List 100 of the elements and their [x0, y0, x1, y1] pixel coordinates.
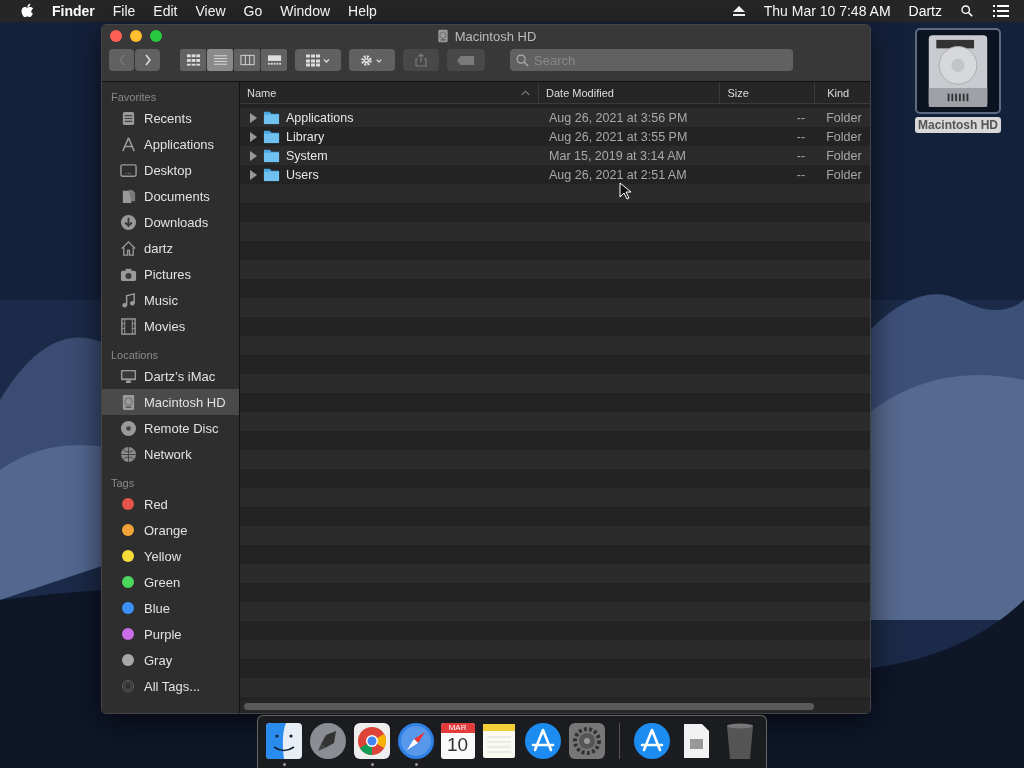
documents-icon [120, 187, 137, 205]
rocket-icon[interactable] [308, 721, 348, 761]
file-name[interactable]: Library [286, 129, 325, 144]
compass-icon[interactable] [396, 721, 436, 761]
sidebar-item[interactable]: Downloads [102, 209, 239, 235]
sort-icon [521, 89, 531, 96]
grid-dropdown-icon [305, 53, 331, 67]
column-header[interactable]: Kind [815, 82, 870, 103]
sidebar-item[interactable]: Music [102, 287, 239, 313]
disclosure-icon[interactable] [249, 131, 257, 142]
sidebar-item[interactable]: Movies [102, 313, 239, 339]
column-header[interactable]: Size [720, 82, 816, 103]
sidebar-item[interactable]: Remote Disc [102, 415, 239, 441]
desktop-icon-label[interactable]: Macintosh HD [915, 117, 1001, 133]
sidebar-item[interactable]: Green [102, 569, 239, 595]
sidebar-heading: Locations [110, 348, 160, 363]
forward-icon [142, 53, 153, 67]
menu-item[interactable]: Finder [52, 3, 95, 19]
sidebar-item[interactable]: Purple [102, 621, 239, 647]
app-store-icon[interactable] [632, 721, 672, 761]
disclosure-icon[interactable] [249, 150, 257, 161]
menu-item[interactable]: Help [348, 3, 377, 19]
disclosure-icon[interactable] [249, 112, 257, 123]
file-name[interactable]: System [286, 148, 328, 163]
film-icon [120, 317, 137, 335]
gear-icon[interactable] [567, 721, 608, 761]
folder-icon [263, 128, 280, 145]
zoom-button[interactable] [150, 30, 162, 42]
menu-item[interactable]: View [195, 3, 226, 19]
menu-item[interactable]: Edit [153, 3, 178, 19]
view-button[interactable] [180, 49, 206, 71]
app-store-icon[interactable] [523, 721, 564, 761]
sidebar-item[interactable]: Red [102, 491, 239, 517]
menu-item[interactable]: File [112, 3, 136, 19]
kind-cell: Folder [826, 167, 862, 182]
sidebar-item[interactable]: All Tags... [102, 673, 239, 699]
group-button[interactable] [295, 49, 341, 71]
size-cell: -- [796, 129, 806, 144]
search-icon [516, 54, 529, 67]
music-icon [120, 291, 137, 309]
gallery-view-icon [266, 54, 282, 66]
view-button[interactable] [234, 49, 260, 71]
computer-icon [120, 367, 137, 385]
view-button[interactable] [207, 49, 233, 71]
sidebar-item[interactable]: Desktop [102, 157, 239, 183]
column-header[interactable]: Name [240, 82, 540, 103]
menu-item[interactable]: Go [243, 3, 263, 19]
downloads-icon [120, 213, 137, 231]
size-cell: -- [796, 148, 806, 163]
kind-cell: Folder [826, 148, 862, 163]
sidebar-item[interactable]: Pictures [102, 261, 239, 287]
minimize-button[interactable] [130, 30, 142, 42]
scrollbar-thumb[interactable] [244, 703, 814, 710]
view-button[interactable] [261, 49, 287, 71]
kind-cell: Folder [826, 129, 862, 144]
user-name[interactable]: Dartz [908, 3, 942, 19]
disclosure-icon[interactable] [249, 169, 257, 180]
size-cell: -- [796, 110, 806, 125]
column-header[interactable]: Date Modified [539, 82, 721, 103]
forward-button[interactable] [135, 49, 160, 71]
sidebar-item[interactable]: Documents [102, 183, 239, 209]
share-icon [415, 53, 427, 67]
action-button[interactable] [349, 49, 395, 71]
size-cell: -- [796, 167, 806, 182]
sidebar-heading: Favorites [110, 90, 158, 105]
apple-logo-icon[interactable] [20, 3, 34, 19]
network-icon [120, 445, 137, 463]
date-cell: Aug 26, 2021 at 3:55 PM [549, 129, 688, 144]
sidebar-item[interactable]: Macintosh HD [102, 389, 239, 415]
home-icon [120, 239, 137, 257]
sidebar-item[interactable]: Gray [102, 647, 239, 673]
sidebar-item[interactable]: Recents [102, 105, 239, 131]
sidebar-item[interactable]: Yellow [102, 543, 239, 569]
list-icon[interactable] [992, 4, 1010, 18]
calendar-icon[interactable]: MAR 10 [440, 723, 475, 759]
sidebar-item[interactable]: Applications [102, 131, 239, 157]
sidebar-item[interactable]: Blue [102, 595, 239, 621]
search-icon[interactable] [960, 5, 974, 17]
browser-icon[interactable] [352, 721, 392, 761]
sidebar-item[interactable]: dartz [102, 235, 239, 261]
menu-item[interactable]: Window [280, 3, 331, 19]
tag-icon [457, 55, 475, 65]
window-title: Macintosh HD [454, 28, 537, 44]
icons-view-icon [185, 54, 201, 66]
folder-icon [263, 109, 280, 126]
close-button[interactable] [110, 30, 122, 42]
sidebar-item[interactable]: Network [102, 441, 239, 467]
tags-icon [122, 680, 134, 692]
file-name[interactable]: Applications [286, 110, 354, 125]
date-cell: Mar 15, 2019 at 3:14 AM [549, 148, 686, 163]
folder-icon [263, 166, 280, 183]
file-name[interactable]: Users [286, 167, 319, 182]
menu-clock[interactable]: Thu Mar 10 7:48 AM [763, 3, 891, 19]
folder-icon [263, 147, 280, 164]
sidebar-item[interactable]: Orange [102, 517, 239, 543]
columns-view-icon [239, 54, 255, 66]
finder-face-icon[interactable] [264, 721, 304, 761]
eject-icon[interactable] [731, 5, 746, 17]
sidebar-item[interactable]: Dartz’s iMac [102, 363, 239, 389]
pointer-cursor-icon [619, 182, 631, 200]
